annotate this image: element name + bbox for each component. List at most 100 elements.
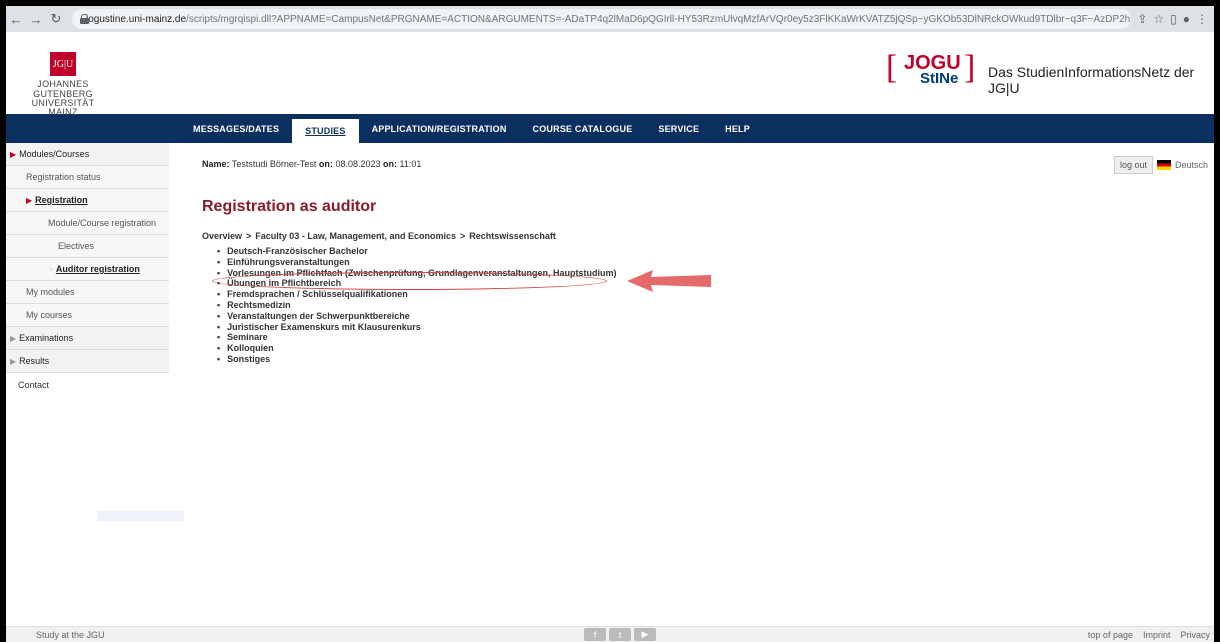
list-item-highlighted[interactable]: Vorlesungen im Pflichtfach (Zwischenprüf…	[217, 268, 616, 279]
breadcrumb-current: Rechtswissenschaft	[469, 231, 556, 241]
site-footer: Study at the JGU f t ▶ top of page Impri…	[6, 626, 1214, 642]
menu-kebab-icon[interactable]: ⋮	[1196, 12, 1208, 26]
address-bar[interactable]: jogustine.uni-mainz.de /scripts/mgrqispi…	[72, 9, 1132, 29]
sidebar-item-label: My modules	[26, 287, 75, 297]
user-name: Teststudi Börner-Test	[231, 159, 317, 169]
on-label-2: on:	[383, 159, 397, 169]
list-item[interactable]: Kolloquien	[217, 343, 617, 354]
page-title: Registration as auditor	[202, 198, 377, 215]
main-navigation: MESSAGES/DATES STUDIES APPLICATION/REGIS…	[6, 114, 1214, 143]
sidebar-item-label: Contact	[18, 379, 50, 390]
tab-course-catalogue[interactable]: COURSE CATALOGUE	[520, 114, 646, 143]
breadcrumb-faculty[interactable]: Faculty 03 - Law, Management, and Econom…	[255, 231, 456, 241]
profile-icon[interactable]: ●	[1183, 12, 1190, 26]
sidebar-item-modules-courses[interactable]: ▶ Modules/Courses	[6, 143, 169, 166]
browser-window: ← → ↻ jogustine.uni-mainz.de /scripts/mg…	[6, 6, 1214, 642]
login-date: 08.08.2023	[335, 159, 381, 169]
list-item[interactable]: Juristischer Examenskurs mit Klausurenku…	[217, 322, 617, 333]
sidebar-item-auditor-registration[interactable]: ◦ Auditor registration	[6, 258, 169, 281]
forward-icon[interactable]: →	[26, 9, 46, 29]
tab-service[interactable]: SERVICE	[645, 114, 712, 143]
footer-study-link[interactable]: Study at the JGU	[36, 630, 105, 640]
site-title: Das StudienInformationsNetz der JG|U	[988, 64, 1195, 96]
imprint-link[interactable]: Imprint	[1143, 630, 1171, 640]
login-time: 11:01	[399, 159, 422, 169]
bookmark-star-icon[interactable]: ☆	[1153, 12, 1164, 26]
tab-messages-dates[interactable]: MESSAGES/DATES	[180, 114, 292, 143]
list-item[interactable]: Fremdsprachen / Schlüsselqualifikationen	[217, 289, 617, 300]
session-controls: log out Deutsch	[1114, 156, 1208, 174]
user-info-line: Name: Teststudi Börner-Test on: 08.08.20…	[202, 159, 421, 169]
language-link[interactable]: Deutsch	[1175, 160, 1208, 170]
list-item[interactable]: Seminare	[217, 332, 617, 343]
bracket-left-icon: [	[886, 49, 898, 86]
sidebar-item-label: Registration status	[26, 172, 101, 182]
sidebar-item-registration-status[interactable]: Registration status	[6, 166, 169, 189]
sidepanel-icon[interactable]: ▯	[1170, 12, 1177, 26]
sidebar-item-module-course-registration[interactable]: Module/Course registration	[6, 212, 169, 235]
site-header: JG|U JOHANNES GUTENBERG UNIVERSITÄT MAIN…	[6, 32, 1214, 117]
annotation-arrow-icon	[627, 270, 711, 292]
triangle-right-icon: ▶	[26, 195, 33, 205]
browser-toolbar: ← → ↻ jogustine.uni-mainz.de /scripts/mg…	[6, 6, 1214, 32]
breadcrumb-overview[interactable]: Overview	[202, 231, 242, 241]
sidebar-item-electives[interactable]: Electives	[6, 235, 169, 258]
sidebar-item-label: Examinations	[19, 333, 74, 343]
privacy-link[interactable]: Privacy	[1180, 630, 1210, 640]
bracket-right-icon: ]	[964, 49, 976, 86]
name-label: Name:	[202, 159, 230, 169]
sidebar-item-examinations[interactable]: ▶ Examinations	[6, 327, 169, 350]
list-item[interactable]: Deutsch-Französischer Bachelor	[217, 246, 617, 257]
facebook-icon[interactable]: f	[584, 628, 606, 641]
url-host: jogustine.uni-mainz.de	[86, 13, 187, 25]
list-item[interactable]: Sonstiges	[217, 354, 617, 365]
logo-line1: JOHANNES GUTENBERG	[33, 79, 93, 99]
back-icon[interactable]: ←	[6, 9, 26, 29]
sidebar-item-label: Modules/Courses	[19, 149, 90, 159]
share-icon[interactable]: ⇪	[1137, 12, 1147, 26]
sidebar-item-results[interactable]: ▶ Results	[6, 350, 169, 373]
jgu-logo[interactable]: JG|U JOHANNES GUTENBERG UNIVERSITÄT MAIN…	[20, 52, 106, 117]
list-item[interactable]: Rechtsmedizin	[217, 300, 617, 311]
breadcrumb: Overview > Faculty 03 - Law, Management, a…	[202, 231, 556, 241]
url-path: /scripts/mgrqispi.dll?APPNAME=CampusNet&…	[186, 13, 1131, 25]
sidebar-item-label: Module/Course registration	[48, 218, 157, 228]
sidebar-item-contact[interactable]: Contact	[6, 373, 169, 396]
social-links: f t ▶	[584, 628, 656, 641]
sidebar-item-registration[interactable]: ▶ Registration	[6, 189, 169, 212]
sidebar: ▶ Modules/Courses Registration status ▶ …	[6, 143, 169, 642]
triangle-right-icon: ▶	[10, 356, 17, 366]
youtube-icon[interactable]: ▶	[634, 628, 656, 641]
twitter-icon[interactable]: t	[609, 628, 631, 641]
german-flag-icon[interactable]	[1157, 160, 1172, 170]
reload-icon[interactable]: ↻	[46, 9, 66, 29]
logo-stine-text: StINe	[920, 70, 959, 87]
top-of-page-link[interactable]: top of page	[1088, 630, 1133, 640]
list-item[interactable]: Einführungsveranstaltungen	[217, 257, 617, 268]
breadcrumb-separator: >	[246, 231, 252, 241]
list-item[interactable]: Veranstaltungen der Schwerpunktbereiche	[217, 311, 617, 322]
sidebar-item-my-modules[interactable]: My modules	[6, 281, 169, 304]
triangle-right-icon: ▶	[10, 333, 17, 343]
jogustine-logo[interactable]: [ JOGU StINe ]	[886, 50, 978, 90]
on-label: on:	[318, 159, 333, 169]
tab-application-registration[interactable]: APPLICATION/REGISTRATION	[359, 114, 520, 143]
sidebar-item-label: Registration	[35, 195, 88, 205]
sidebar-item-my-courses[interactable]: My courses	[6, 304, 169, 327]
page-body: ▶ Modules/Courses Registration status ▶ …	[6, 143, 1214, 626]
subject-list: Deutsch-Französischer Bachelor Einführun…	[217, 246, 617, 365]
triangle-right-icon: ▶	[10, 149, 17, 159]
bullet-icon: ◦	[50, 264, 53, 274]
list-item[interactable]: Übungen im Pflichtbereich	[217, 278, 617, 289]
sidebar-item-label: Auditor registration	[55, 264, 140, 274]
breadcrumb-separator: >	[460, 231, 466, 241]
logout-button[interactable]: log out	[1114, 156, 1154, 174]
jgu-emblem-icon: JG|U	[50, 52, 76, 76]
tab-help[interactable]: HELP	[712, 114, 763, 143]
sidebar-item-label: Electives	[58, 241, 95, 251]
footer-links: top of page Imprint Privacy	[1088, 630, 1210, 640]
sidebar-item-label: My courses	[26, 310, 73, 320]
tab-studies[interactable]: STUDIES	[292, 119, 359, 143]
faded-placeholder	[98, 511, 184, 521]
sidebar-item-label: Results	[19, 356, 50, 366]
